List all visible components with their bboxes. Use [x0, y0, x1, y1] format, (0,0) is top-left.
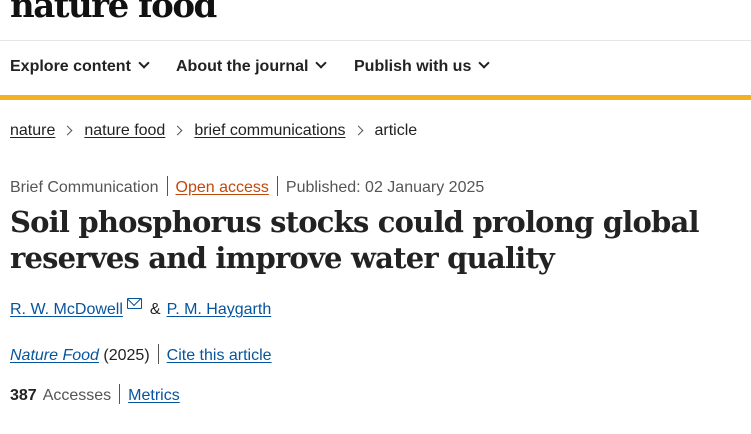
chevron-right-icon [353, 125, 363, 136]
author-link-mcdowell[interactable]: R. W. McDowell [10, 301, 123, 318]
nav-item-label: Explore content [10, 58, 131, 75]
nav-item-label: About the journal [176, 58, 309, 75]
publication-year: (2025) [103, 347, 150, 365]
chevron-down-icon [478, 57, 491, 69]
breadcrumb-link-nature[interactable]: nature [10, 122, 55, 139]
author-separator: & [149, 301, 161, 318]
published-date: Published: 02 January 2025 [285, 179, 485, 197]
open-access-link[interactable]: Open access [176, 179, 269, 196]
chevron-right-icon [62, 125, 73, 136]
chevron-down-icon [315, 57, 328, 69]
nav-publish-with-us[interactable]: Publish with us [354, 57, 491, 76]
breadcrumb-link-brief-communications[interactable]: brief communications [194, 122, 345, 139]
citation-row: Nature Food (2025) Cite this article [10, 344, 272, 366]
article-meta: Brief Communication Open access Published:… [10, 176, 485, 198]
mail-icon[interactable] [126, 298, 142, 309]
breadcrumb: nature nature food brief communications art… [10, 122, 417, 140]
accesses-count: 387 [10, 387, 37, 405]
divider [119, 384, 121, 404]
main-nav: Explore content About the journal Publis… [0, 41, 751, 95]
chevron-right-icon [172, 125, 183, 136]
author-list: R. W. McDowell & P. M. Haygarth [10, 298, 272, 319]
article-title: Soil phosphorus stocks could prolong glo… [10, 205, 700, 275]
accent-bar [0, 95, 751, 100]
divider [276, 176, 278, 196]
site-header: nature food [0, 0, 751, 41]
author-link-haygarth[interactable]: P. M. Haygarth [167, 301, 272, 318]
nav-about-journal[interactable]: About the journal [176, 57, 328, 76]
article-type: Brief Communication [10, 179, 159, 197]
divider [157, 344, 159, 364]
nav-item-label: Publish with us [354, 58, 472, 75]
chevron-down-icon [138, 57, 150, 69]
nav-explore-content[interactable]: Explore content [10, 57, 150, 76]
accesses-label: Accesses [42, 387, 112, 405]
breadcrumb-link-nature-food[interactable]: nature food [84, 122, 165, 139]
breadcrumb-current: article [374, 122, 418, 139]
divider [166, 176, 168, 196]
cite-article-link[interactable]: Cite this article [167, 347, 272, 364]
metrics-row: 387 Accesses Metrics [10, 384, 180, 406]
nature-food-logo[interactable]: nature food [10, 0, 217, 26]
metrics-link[interactable]: Metrics [128, 387, 180, 404]
journal-link[interactable]: Nature Food [10, 347, 99, 364]
